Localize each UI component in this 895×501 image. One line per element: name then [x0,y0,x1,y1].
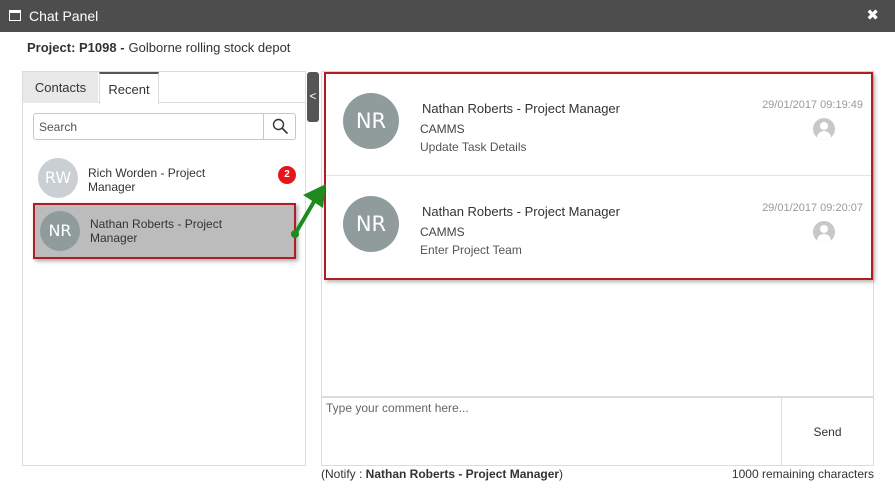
message-item: NR Nathan Roberts - Project Manager CAMM… [326,74,871,176]
comment-box [321,397,782,466]
remaining-characters: 1000 remaining characters [731,467,874,481]
notify-suffix: ) [559,467,564,481]
collapse-panel-button[interactable]: < [307,72,319,122]
message-item: NR Nathan Roberts - Project Manager CAMM… [326,177,871,279]
contact-item-nathan-roberts[interactable]: NR Nathan Roberts - Project Manager [33,203,296,259]
title-bar: Chat Panel ✖ [0,0,895,32]
notify-name: Nathan Roberts - Project Manager [365,467,560,481]
notify-prefix: (Notify : [321,467,366,481]
avatar: RW [38,158,78,198]
contact-name: Nathan Roberts - Project Manager [90,217,223,245]
avatar: NR [343,93,399,149]
send-button[interactable]: Send [781,397,874,466]
project-label: Project: P1098 - [27,40,125,55]
search-input[interactable] [34,114,263,139]
comment-input[interactable] [322,398,781,465]
message-list: NR Nathan Roberts - Project Manager CAMM… [324,72,873,280]
contact-name: Rich Worden - Project Manager [88,166,206,194]
search-icon [272,118,288,134]
message-timestamp: 29/01/2017 09:19:49 [762,99,863,111]
user-icon [813,118,835,140]
project-name: Golborne rolling stock depot [128,40,291,55]
message-timestamp: 29/01/2017 09:20:07 [762,202,863,214]
avatar: NR [343,196,399,252]
close-icon[interactable]: ✖ [866,6,879,24]
user-icon [813,221,835,243]
window-title: Chat Panel [29,8,99,24]
message-sender: Nathan Roberts - Project Manager [422,101,620,116]
notify-text: (Notify : Nathan Roberts - Project Manag… [321,467,563,481]
message-text: Enter Project Team [420,243,522,257]
search-box [33,113,296,140]
unread-badge: 2 [278,166,296,184]
message-org: CAMMS [420,225,465,239]
avatar: NR [40,211,80,251]
tab-bar: Contacts Recent [23,72,305,104]
tab-contacts[interactable]: Contacts [23,72,98,103]
message-sender: Nathan Roberts - Project Manager [422,204,620,219]
window-icon [9,10,21,21]
message-org: CAMMS [420,122,465,136]
project-header: Project: P1098 - Golborne rolling stock d… [27,40,290,55]
contact-item-rich-worden[interactable]: RW Rich Worden - Project Manager 2 [33,152,296,208]
message-text: Update Task Details [420,140,527,154]
search-button[interactable] [263,114,295,139]
tab-recent[interactable]: Recent [99,72,159,104]
contacts-panel: Contacts Recent RW Rich Worden - Project… [22,71,306,466]
